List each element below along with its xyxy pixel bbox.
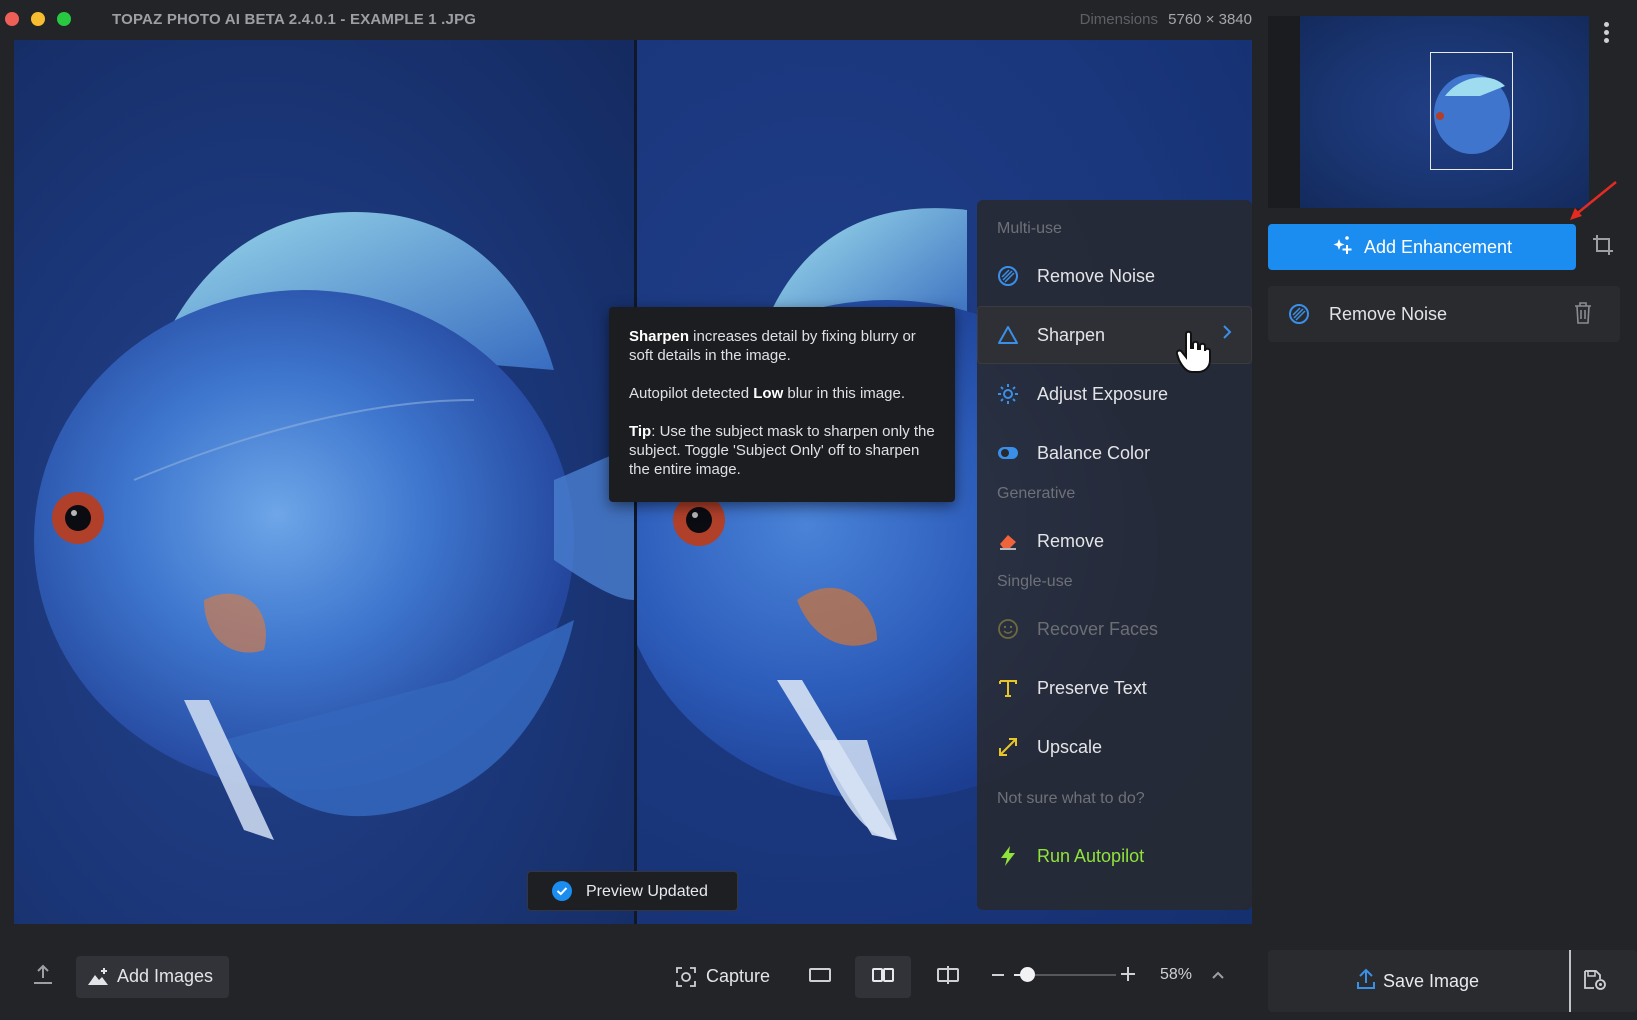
diagonal-arrow-icon <box>997 736 1019 758</box>
image-plus-icon <box>87 967 109 992</box>
noise-circle-icon <box>997 265 1019 287</box>
navigator-panel <box>1268 16 1589 208</box>
save-image-button[interactable]: Save Image <box>1268 950 1568 1012</box>
menu-item-label: Remove <box>1037 530 1105 551</box>
maximize-window-button[interactable] <box>57 12 71 26</box>
original-fish-image <box>34 211 634 840</box>
split-view-icon <box>937 965 959 990</box>
dimensions-value: 5760 × 3840 <box>1168 11 1252 28</box>
bottom-toolbar: Add Images Capture 58% <box>0 924 1260 1020</box>
tooltip-description: Sharpen increases detail by fixing blurr… <box>629 328 916 364</box>
save-divider <box>1569 950 1571 1012</box>
chevron-right-icon <box>1222 324 1232 345</box>
add-images-button[interactable]: Add Images <box>76 956 229 998</box>
sharpen-tooltip: Sharpen increases detail by fixing blurr… <box>609 307 955 502</box>
menu-item-balance-color[interactable]: Balance Color <box>977 424 1252 482</box>
capture-button[interactable]: Capture <box>672 956 782 998</box>
menu-item-label: Preserve Text <box>1037 677 1147 698</box>
tooltip-tip: Tip: Use the subject mask to sharpen onl… <box>629 423 935 478</box>
smiley-icon <box>997 618 1019 640</box>
menu-item-label: Upscale <box>1037 736 1103 757</box>
menu-item-run-autopilot[interactable]: Run Autopilot <box>977 827 1252 885</box>
zoom-in-icon[interactable] <box>1121 967 1135 986</box>
section-generative: Generative <box>997 485 1076 502</box>
original-image-pane <box>14 40 634 924</box>
noise-circle-icon <box>1288 303 1310 330</box>
zoom-out-button[interactable] <box>992 974 1004 976</box>
side-by-side-view-button[interactable] <box>855 956 911 998</box>
menu-item-label: Balance Color <box>1037 442 1151 463</box>
minimize-window-button[interactable] <box>31 12 45 26</box>
color-toggle-icon <box>997 442 1019 464</box>
menu-item-remove[interactable]: Remove <box>977 512 1252 570</box>
single-view-icon <box>809 967 831 988</box>
save-settings-icon[interactable] <box>1583 969 1607 996</box>
menu-item-recover-faces[interactable]: Recover Faces <box>977 600 1252 658</box>
menu-item-label: Recover Faces <box>1037 618 1159 639</box>
add-enhancement-label: Add Enhancement <box>1363 236 1513 257</box>
sparkle-plus-icon <box>1332 234 1354 261</box>
menu-item-remove-noise[interactable]: Remove Noise <box>977 247 1252 305</box>
more-options-icon[interactable] <box>1601 22 1611 48</box>
hand-cursor-icon <box>1176 330 1211 373</box>
section-not-sure: Not sure what to do? <box>997 790 1145 807</box>
triangle-icon <box>997 324 1019 346</box>
viewport-rectangle[interactable] <box>1430 52 1513 170</box>
lightning-icon <box>997 845 1019 867</box>
menu-item-label: Remove Noise <box>1037 265 1156 286</box>
annotation-arrow <box>1570 181 1617 220</box>
menu-item-preserve-text[interactable]: Preserve Text <box>977 659 1252 717</box>
zoom-percentage[interactable]: 58% <box>1160 966 1192 984</box>
add-enhancement-button[interactable]: Add Enhancement <box>1268 224 1576 270</box>
toast-label: Preview Updated <box>586 883 708 900</box>
single-view-button[interactable] <box>792 956 848 998</box>
eraser-icon <box>997 530 1019 552</box>
add-images-label: Add Images <box>117 966 214 986</box>
dimensions-label: Dimensions <box>1079 11 1158 28</box>
preview-updated-toast: Preview Updated <box>527 871 738 911</box>
applied-enhancement-label: Remove Noise <box>1329 304 1448 324</box>
save-image-label: Save Image <box>1382 970 1480 991</box>
crop-icon <box>1592 234 1614 261</box>
side-by-side-icon <box>872 967 894 988</box>
menu-item-label: Run Autopilot <box>1037 845 1145 866</box>
upload-icon[interactable] <box>32 964 54 991</box>
section-multi-use: Multi-use <box>997 220 1062 237</box>
trash-icon[interactable] <box>1574 302 1592 329</box>
chevron-up-icon[interactable] <box>1211 967 1225 985</box>
upload-icon <box>1356 968 1375 995</box>
zoom-slider-handle[interactable] <box>1019 967 1035 982</box>
section-single-use: Single-use <box>997 573 1073 590</box>
save-panel: Save Image <box>1268 950 1637 1012</box>
crop-button[interactable] <box>1586 224 1620 270</box>
applied-enhancement-remove-noise[interactable]: Remove Noise <box>1268 286 1620 342</box>
menu-item-label: Adjust Exposure <box>1037 383 1169 404</box>
topaz-photo-ai-window: TOPAZ PHOTO AI BETA 2.4.0.1 - EXAMPLE 1 … <box>0 0 1637 1020</box>
camera-capture-icon <box>676 967 696 992</box>
navigator-thumbnail[interactable] <box>1300 16 1589 208</box>
check-circle-icon <box>552 881 572 906</box>
menu-item-label: Sharpen <box>1037 324 1106 345</box>
capture-label: Capture <box>706 966 771 986</box>
enhancement-menu: Multi-use Remove Noise Sharpen Adjust Ex… <box>977 200 1252 910</box>
image-dimensions: Dimensions 5760 × 3840 <box>1080 11 1252 28</box>
sun-icon <box>997 383 1019 405</box>
tooltip-autopilot-note: Autopilot detected Low blur in this imag… <box>629 385 905 402</box>
window-title: TOPAZ PHOTO AI BETA 2.4.0.1 - EXAMPLE 1 … <box>112 11 477 28</box>
split-view-button[interactable] <box>920 956 976 998</box>
close-window-button[interactable] <box>5 12 19 26</box>
menu-item-upscale[interactable]: Upscale <box>977 718 1252 776</box>
title-bar: TOPAZ PHOTO AI BETA 2.4.0.1 - EXAMPLE 1 … <box>0 0 1260 38</box>
text-t-icon <box>997 677 1019 699</box>
